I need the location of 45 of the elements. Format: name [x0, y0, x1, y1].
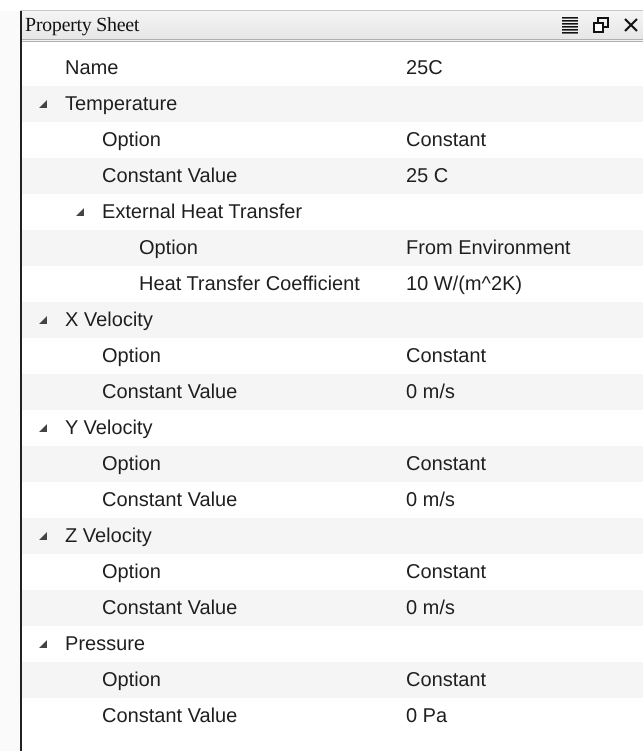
- property-name: Heat Transfer Coefficient: [139, 272, 360, 296]
- property-name: Name: [65, 56, 118, 80]
- property-name: Z Velocity: [65, 524, 152, 548]
- property-name: Constant Value: [102, 380, 238, 404]
- property-name: Temperature: [65, 92, 178, 116]
- property-value: From Environment: [406, 236, 570, 260]
- property-name: Constant Value: [102, 704, 238, 728]
- expanded-triangle-icon[interactable]: [38, 99, 48, 109]
- property-value: 10 W/(m^2K): [406, 272, 522, 296]
- property-name: Option: [139, 236, 198, 260]
- property-name: Option: [102, 344, 161, 368]
- expanded-triangle-icon[interactable]: [38, 423, 48, 433]
- property-name: Option: [102, 128, 161, 152]
- menu-icon: [561, 16, 579, 34]
- property-name: Option: [102, 560, 161, 584]
- property-value: Constant: [406, 452, 486, 476]
- panel-title: Property Sheet: [25, 14, 140, 36]
- restore-button[interactable]: [593, 17, 609, 33]
- property-value: Constant: [406, 668, 486, 692]
- property-name: Option: [102, 452, 161, 476]
- property-value: Constant: [406, 560, 486, 584]
- expanded-triangle-icon[interactable]: [38, 315, 48, 325]
- property-name: Pressure: [65, 632, 146, 656]
- property-value: Constant: [406, 128, 486, 152]
- close-icon: [623, 17, 639, 33]
- property-name: Constant Value: [102, 596, 238, 620]
- expanded-triangle-icon[interactable]: [38, 531, 48, 541]
- property-name: Option: [102, 668, 161, 692]
- property-value: Constant: [406, 344, 486, 368]
- expanded-triangle-icon[interactable]: [75, 207, 85, 217]
- close-button[interactable]: [623, 17, 639, 33]
- property-name: Y Velocity: [65, 416, 152, 440]
- property-value: 0 Pa: [406, 704, 448, 728]
- property-name: Constant Value: [102, 164, 238, 188]
- property-value: 0 m/s: [406, 380, 455, 404]
- property-name: External Heat Transfer: [102, 200, 302, 224]
- expanded-triangle-icon[interactable]: [38, 639, 48, 649]
- property-value: 0 m/s: [406, 596, 455, 620]
- property-name: Constant Value: [102, 488, 238, 512]
- property-name: X Velocity: [65, 308, 153, 332]
- property-value: 0 m/s: [406, 488, 455, 512]
- restore-icon: [593, 17, 609, 33]
- property-value: 25C: [406, 56, 443, 80]
- property-value: 25 C: [406, 164, 448, 188]
- menu-button[interactable]: [561, 16, 579, 34]
